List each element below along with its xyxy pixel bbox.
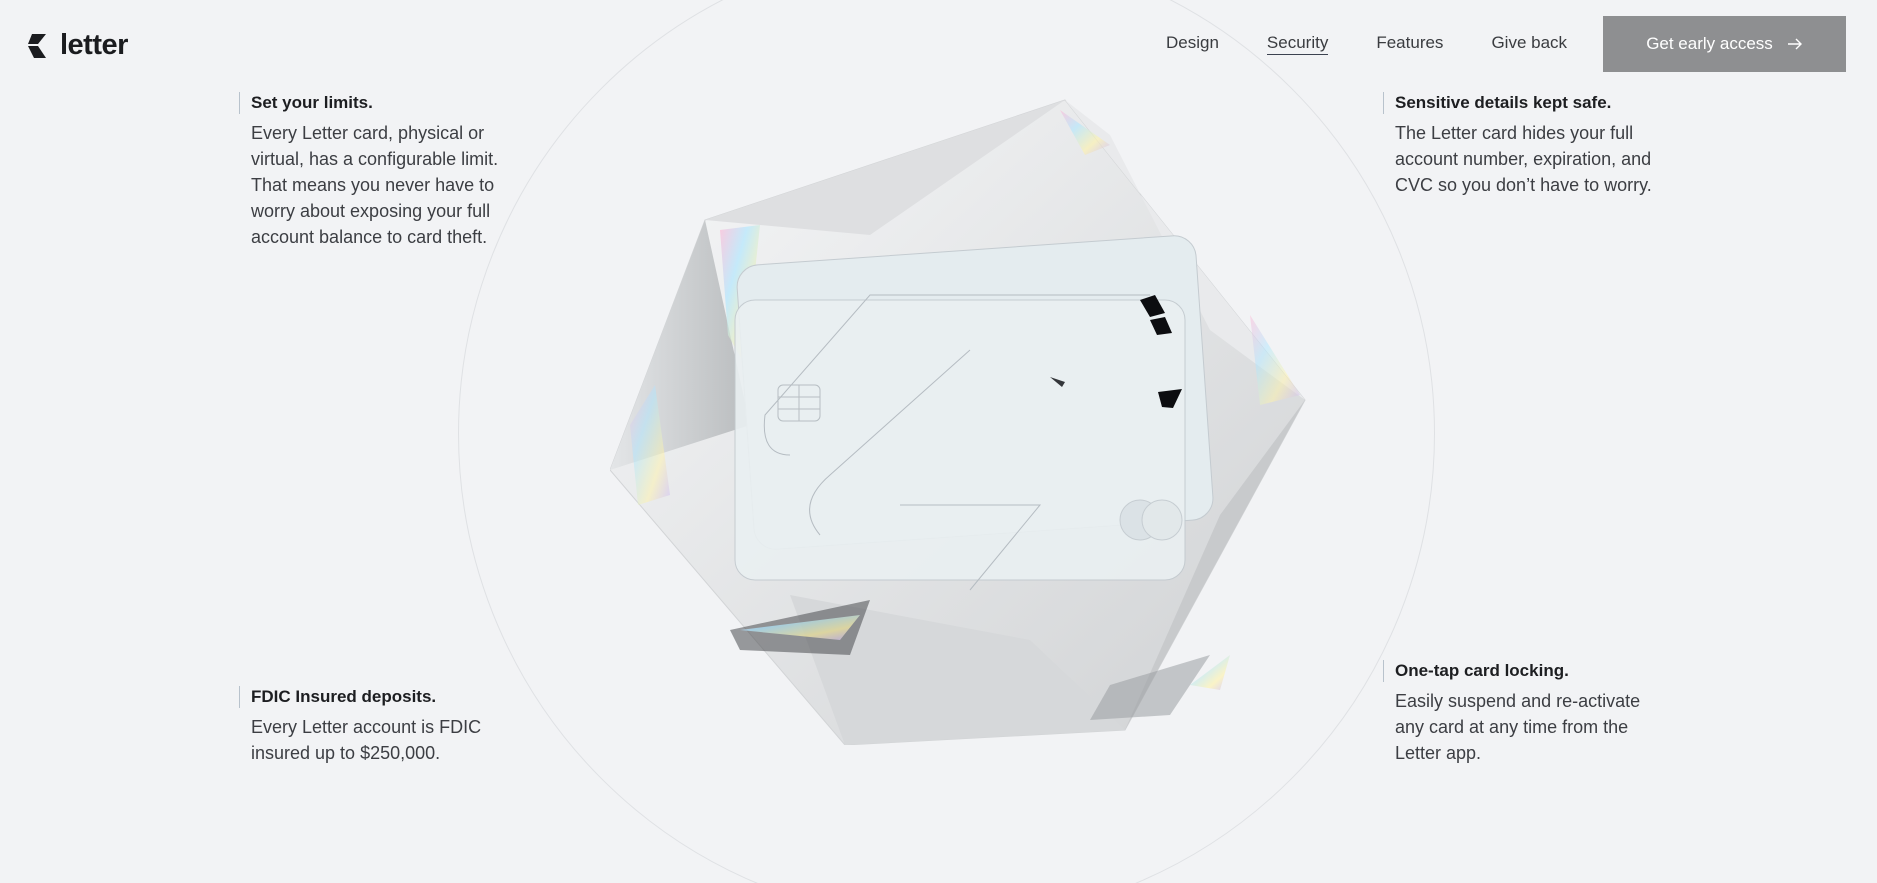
- feature-body: Every Letter account is FDIC insured up …: [251, 717, 482, 763]
- nav-item-design[interactable]: Design: [1166, 33, 1219, 55]
- brand-name: letter: [60, 29, 128, 61]
- cta-label: Get early access: [1646, 34, 1773, 53]
- feature-body: Easily suspend and re-activate any card …: [1395, 691, 1641, 763]
- nav-item-features[interactable]: Features: [1376, 33, 1443, 55]
- arrow-right-icon: [1787, 38, 1802, 50]
- main-nav: Design Security Features Give back: [1166, 33, 1615, 55]
- feature-title: Set your limits.: [239, 92, 511, 114]
- feature-body: Every Letter card, physical or virtual, …: [251, 123, 499, 247]
- get-early-access-button[interactable]: Get early access: [1603, 16, 1846, 72]
- nav-item-security[interactable]: Security: [1266, 33, 1329, 55]
- feature-title: Sensitive details kept safe.: [1383, 92, 1655, 114]
- brand-logo[interactable]: letter: [26, 29, 128, 62]
- feature-set-limits: Set your limits. Every Letter card, phys…: [239, 92, 511, 250]
- feature-fdic-insured: FDIC Insured deposits. Every Letter acco…: [239, 686, 511, 766]
- feature-title: FDIC Insured deposits.: [239, 686, 511, 708]
- feature-title: One-tap card locking.: [1383, 660, 1655, 682]
- feature-sensitive-details: Sensitive details kept safe. The Letter …: [1383, 92, 1655, 198]
- letter-logo-icon: [28, 33, 46, 58]
- nav-item-give-back[interactable]: Give back: [1491, 33, 1567, 55]
- feature-body: The Letter card hides your full account …: [1395, 123, 1652, 195]
- feature-card-locking: One-tap card locking. Easily suspend and…: [1383, 660, 1655, 766]
- crystal-card-illustration: [610, 99, 1306, 745]
